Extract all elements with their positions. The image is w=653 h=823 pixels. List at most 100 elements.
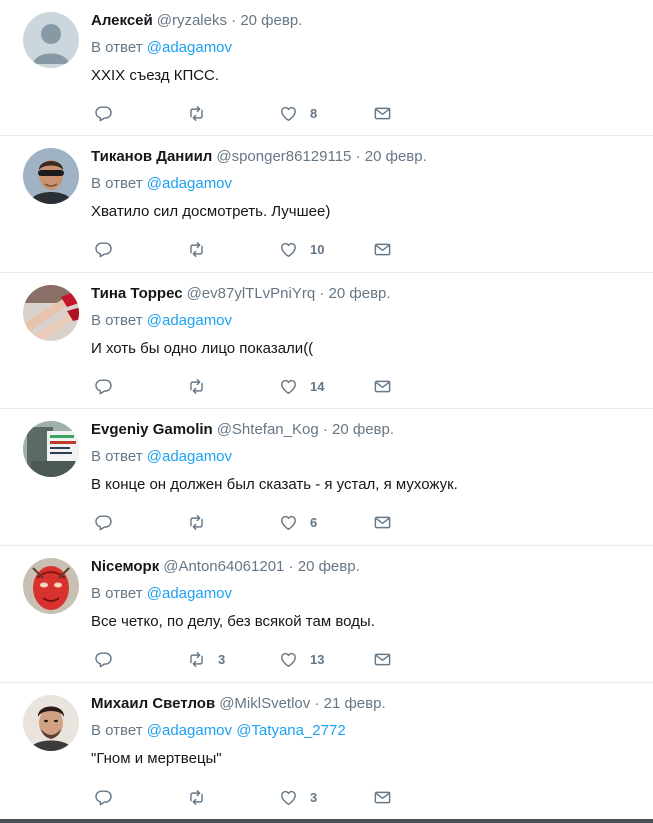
user-photo-icon — [23, 285, 79, 341]
user-handle[interactable]: @MiklSvetlov — [219, 695, 310, 712]
like-button[interactable]: 8 — [279, 103, 317, 123]
user-handle[interactable]: @sponger86129115 — [216, 148, 351, 165]
tweet-date[interactable]: 20 февр. — [329, 285, 391, 302]
tweet-content: Nicеморк @Anton64061201 · 20 февр. В отве… — [91, 557, 641, 632]
like-button[interactable]: 14 — [279, 376, 324, 396]
tweet-content: Алексей @ryzaleks · 20 февр. В ответ @ada… — [91, 11, 641, 86]
tweet-date[interactable]: 20 февр. — [240, 12, 302, 29]
reply-icon — [95, 105, 112, 121]
reply-to-line: В ответ @adagamov — [91, 584, 641, 604]
mention-link[interactable]: @adagamov — [147, 722, 232, 739]
user-handle[interactable]: @ev87ylTLvPniYrq — [187, 285, 316, 302]
like-button[interactable]: 10 — [279, 239, 324, 259]
mention-link[interactable]: @adagamov — [147, 448, 232, 465]
reply-to-line: В ответ @adagamov — [91, 447, 641, 467]
tweet-text: Хватило сил досмотреть. Лучшее) — [91, 203, 331, 220]
like-button[interactable]: 3 — [279, 787, 317, 807]
reply-icon — [95, 241, 112, 257]
avatar[interactable] — [23, 695, 79, 751]
envelope-icon — [374, 243, 391, 255]
tweet-date[interactable]: 21 февр. — [324, 695, 386, 712]
heart-icon — [281, 652, 296, 667]
user-name[interactable]: Evgeniy Gamolin — [91, 421, 213, 438]
separator-dot: · — [315, 285, 329, 302]
mention-link[interactable]: @adagamov — [147, 585, 232, 602]
reply-button[interactable] — [94, 376, 125, 396]
direct-message-button[interactable] — [373, 649, 392, 669]
user-name[interactable]: Тина Торрес — [91, 285, 183, 302]
user-photo-icon — [23, 421, 79, 477]
retweet-button[interactable] — [187, 376, 218, 396]
tweet-header: Михаил Светлов @MiklSvetlov · 21 февр. — [91, 694, 641, 714]
user-handle[interactable]: @Shtefan_Kog — [217, 421, 319, 438]
like-button[interactable]: 13 — [279, 649, 324, 669]
tweet-header: Алексей @ryzaleks · 20 февр. — [91, 11, 641, 31]
retweet-count: 3 — [218, 651, 226, 667]
mention-link[interactable]: @Tatyana_2772 — [236, 722, 345, 739]
heart-icon — [281, 379, 296, 394]
tweet-date[interactable]: 20 февр. — [298, 558, 360, 575]
avatar[interactable] — [23, 558, 79, 614]
tweet-actions: 3 — [94, 787, 414, 807]
retweet-button[interactable]: 3 — [187, 649, 225, 669]
tweet[interactable]: Тина Торрес @ev87ylTLvPniYrq · 20 февр. В… — [0, 273, 653, 409]
retweet-button[interactable] — [187, 512, 218, 532]
separator-dot: · — [226, 12, 241, 29]
tweet-header: Тина Торрес @ev87ylTLvPniYrq · 20 февр. — [91, 284, 641, 304]
reply-prefix: В ответ — [91, 448, 143, 465]
reply-button[interactable] — [94, 103, 125, 123]
reply-icon — [95, 378, 112, 394]
envelope-icon — [374, 380, 391, 392]
direct-message-button[interactable] — [373, 239, 392, 259]
separator-dot: · — [310, 695, 324, 712]
user-name[interactable]: Тиканов Даниил — [91, 148, 212, 165]
like-button[interactable]: 6 — [279, 512, 317, 532]
mention-link[interactable]: @adagamov — [147, 175, 232, 192]
envelope-icon — [374, 653, 391, 665]
avatar[interactable] — [23, 421, 79, 477]
tweet[interactable]: Михаил Светлов @MiklSvetlov · 21 февр. В … — [0, 683, 653, 823]
reply-button[interactable] — [94, 649, 125, 669]
like-count: 6 — [310, 514, 318, 530]
user-name[interactable]: Nicеморк — [91, 558, 159, 575]
user-name[interactable]: Михаил Светлов — [91, 695, 215, 712]
reply-button[interactable] — [94, 512, 125, 532]
heart-icon — [281, 790, 296, 805]
tweet-header: Nicеморк @Anton64061201 · 20 февр. — [91, 557, 641, 577]
reply-to-line: В ответ @adagamov — [91, 174, 641, 194]
reply-icon — [95, 514, 112, 530]
direct-message-button[interactable] — [373, 103, 392, 123]
reply-button[interactable] — [94, 239, 125, 259]
retweet-icon — [190, 651, 203, 667]
tweet[interactable]: Алексей @ryzaleks · 20 февр. В ответ @ada… — [0, 0, 653, 136]
reply-button[interactable] — [94, 787, 125, 807]
tweet-text: Все четко, по делу, без всякой там воды. — [91, 613, 375, 630]
tweet[interactable]: Тиканов Даниил @sponger86129115 · 20 февр… — [0, 136, 653, 273]
user-name[interactable]: Алексей — [91, 12, 153, 29]
retweet-icon — [190, 514, 203, 530]
retweet-button[interactable] — [187, 103, 218, 123]
retweet-icon — [190, 105, 203, 121]
avatar[interactable] — [23, 148, 79, 204]
mention-link[interactable]: @adagamov — [147, 312, 232, 329]
avatar[interactable] — [23, 12, 79, 68]
tweet-date[interactable]: 20 февр. — [365, 148, 427, 165]
tweet[interactable]: Nicеморк @Anton64061201 · 20 февр. В отве… — [0, 546, 653, 683]
direct-message-button[interactable] — [373, 376, 392, 396]
avatar[interactable] — [23, 285, 79, 341]
tweet-date[interactable]: 20 февр. — [332, 421, 394, 438]
user-handle[interactable]: @ryzaleks — [157, 12, 227, 29]
reply-thread: Алексей @ryzaleks · 20 февр. В ответ @ada… — [0, 0, 653, 823]
retweet-button[interactable] — [187, 787, 218, 807]
direct-message-button[interactable] — [373, 512, 392, 532]
tweet-content: Михаил Светлов @MiklSvetlov · 21 февр. В … — [91, 694, 641, 769]
user-handle[interactable]: @Anton64061201 — [163, 558, 284, 575]
retweet-button[interactable] — [187, 239, 218, 259]
mention-link[interactable]: @adagamov — [147, 39, 232, 56]
reply-to-line: В ответ @adagamov — [91, 311, 641, 331]
envelope-icon — [374, 791, 391, 803]
like-count: 14 — [310, 378, 325, 394]
direct-message-button[interactable] — [373, 787, 392, 807]
tweet-content: Evgeniy Gamolin @Shtefan_Kog · 20 февр. В… — [91, 420, 641, 495]
tweet[interactable]: Evgeniy Gamolin @Shtefan_Kog · 20 февр. В… — [0, 409, 653, 546]
